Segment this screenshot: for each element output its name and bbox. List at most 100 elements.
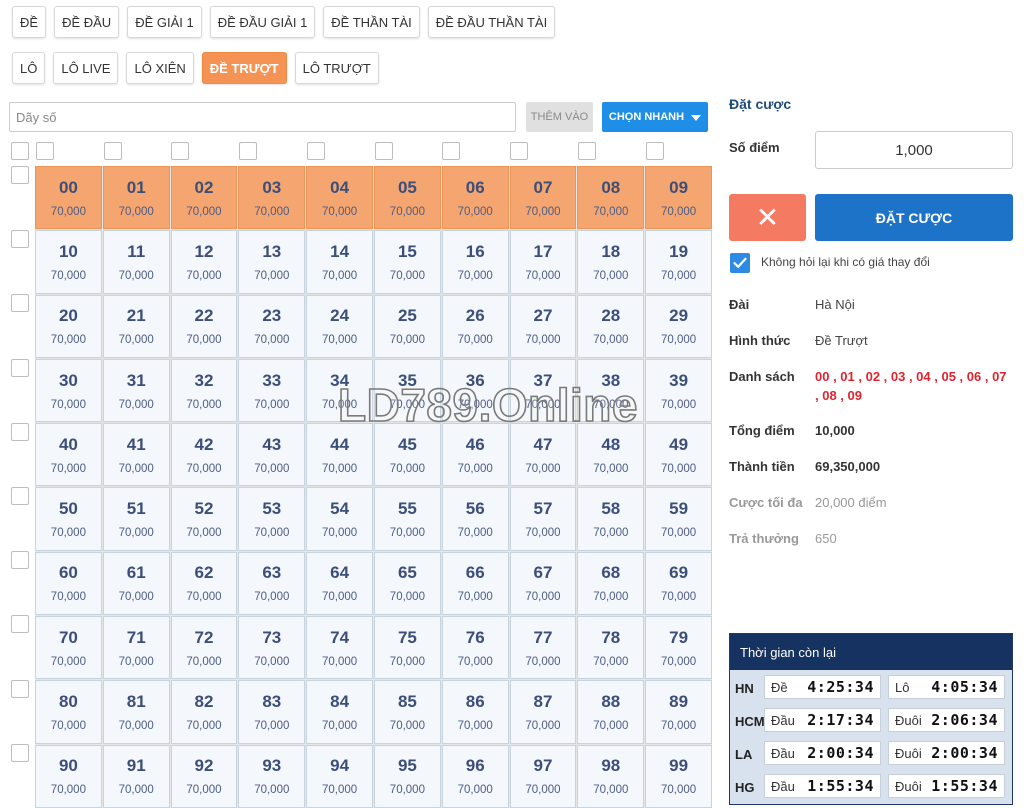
- number-cell-12[interactable]: 12 70,000: [170, 230, 238, 294]
- number-cell-49[interactable]: 49 70,000: [645, 423, 712, 487]
- column-checkbox[interactable]: [239, 142, 257, 160]
- number-cell-55[interactable]: 55 70,000: [374, 487, 441, 551]
- row-checkbox[interactable]: [11, 743, 29, 762]
- tab-de[interactable]: ĐỀ: [12, 6, 47, 38]
- number-cell-51[interactable]: 51 70,000: [102, 487, 170, 551]
- number-cell-23[interactable]: 23 70,000: [238, 294, 306, 358]
- number-cell-61[interactable]: 61 70,000: [102, 551, 170, 616]
- number-cell-75[interactable]: 75 70,000: [374, 616, 441, 680]
- number-cell-18[interactable]: 18 70,000: [577, 230, 645, 294]
- number-cell-10[interactable]: 10 70,000: [35, 230, 102, 294]
- number-cell-32[interactable]: 32 70,000: [170, 358, 238, 423]
- row-checkbox[interactable]: [11, 166, 29, 184]
- number-cell-30[interactable]: 30 70,000: [35, 358, 102, 423]
- number-cell-00[interactable]: 00 70,000: [35, 166, 102, 230]
- number-cell-46[interactable]: 46 70,000: [441, 423, 509, 487]
- number-cell-22[interactable]: 22 70,000: [170, 294, 238, 358]
- tab-de-truot[interactable]: ĐỀ TRƯỢT: [201, 52, 287, 84]
- number-cell-71[interactable]: 71 70,000: [102, 616, 170, 680]
- number-cell-48[interactable]: 48 70,000: [577, 423, 645, 487]
- column-checkbox[interactable]: [578, 142, 596, 160]
- column-checkbox[interactable]: [442, 142, 460, 160]
- place-bet-button[interactable]: ĐẶT CƯỢC: [815, 194, 1013, 241]
- number-cell-33[interactable]: 33 70,000: [238, 358, 306, 423]
- number-cell-16[interactable]: 16 70,000: [441, 230, 509, 294]
- quick-select-button[interactable]: CHỌN NHANH: [602, 102, 708, 132]
- number-cell-29[interactable]: 29 70,000: [645, 294, 712, 358]
- number-cell-96[interactable]: 96 70,000: [441, 744, 509, 808]
- number-cell-69[interactable]: 69 70,000: [645, 551, 712, 616]
- number-cell-86[interactable]: 86 70,000: [441, 680, 509, 744]
- number-cell-77[interactable]: 77 70,000: [509, 616, 577, 680]
- row-checkbox[interactable]: [11, 230, 29, 249]
- number-cell-36[interactable]: 36 70,000: [441, 358, 509, 423]
- number-cell-97[interactable]: 97 70,000: [509, 744, 577, 808]
- number-cell-81[interactable]: 81 70,000: [102, 680, 170, 744]
- number-cell-68[interactable]: 68 70,000: [577, 551, 645, 616]
- number-cell-59[interactable]: 59 70,000: [645, 487, 712, 551]
- number-cell-19[interactable]: 19 70,000: [645, 230, 712, 294]
- number-cell-26[interactable]: 26 70,000: [441, 294, 509, 358]
- tab-lo-xien[interactable]: LÔ XIÊN: [126, 52, 194, 84]
- number-cell-84[interactable]: 84 70,000: [306, 680, 373, 744]
- number-cell-58[interactable]: 58 70,000: [577, 487, 645, 551]
- add-button[interactable]: THÊM VÀO: [526, 102, 593, 132]
- number-cell-83[interactable]: 83 70,000: [238, 680, 306, 744]
- number-cell-99[interactable]: 99 70,000: [645, 744, 712, 808]
- number-cell-78[interactable]: 78 70,000: [577, 616, 645, 680]
- number-cell-14[interactable]: 14 70,000: [306, 230, 373, 294]
- number-cell-94[interactable]: 94 70,000: [306, 744, 373, 808]
- number-cell-42[interactable]: 42 70,000: [170, 423, 238, 487]
- number-cell-70[interactable]: 70 70,000: [35, 616, 102, 680]
- number-cell-04[interactable]: 04 70,000: [306, 166, 373, 230]
- number-cell-76[interactable]: 76 70,000: [441, 616, 509, 680]
- number-cell-15[interactable]: 15 70,000: [374, 230, 441, 294]
- tab-de-dau[interactable]: ĐỀ ĐẦU: [54, 6, 120, 38]
- tab-de-dau-giai-1[interactable]: ĐỀ ĐẦU GIẢI 1: [209, 6, 316, 38]
- row-checkbox[interactable]: [11, 551, 29, 570]
- number-cell-66[interactable]: 66 70,000: [441, 551, 509, 616]
- number-cell-67[interactable]: 67 70,000: [509, 551, 577, 616]
- column-checkbox[interactable]: [36, 142, 54, 160]
- number-cell-43[interactable]: 43 70,000: [238, 423, 306, 487]
- number-cell-31[interactable]: 31 70,000: [102, 358, 170, 423]
- number-cell-37[interactable]: 37 70,000: [509, 358, 577, 423]
- number-cell-50[interactable]: 50 70,000: [35, 487, 102, 551]
- number-cell-03[interactable]: 03 70,000: [238, 166, 306, 230]
- row-checkbox[interactable]: [11, 358, 29, 377]
- column-checkbox[interactable]: [375, 142, 393, 160]
- number-cell-09[interactable]: 09 70,000: [645, 166, 712, 230]
- number-cell-25[interactable]: 25 70,000: [374, 294, 441, 358]
- number-cell-24[interactable]: 24 70,000: [306, 294, 373, 358]
- number-cell-88[interactable]: 88 70,000: [577, 680, 645, 744]
- row-checkbox[interactable]: [11, 615, 29, 634]
- number-cell-05[interactable]: 05 70,000: [374, 166, 441, 230]
- number-cell-27[interactable]: 27 70,000: [509, 294, 577, 358]
- number-cell-65[interactable]: 65 70,000: [374, 551, 441, 616]
- number-cell-20[interactable]: 20 70,000: [35, 294, 102, 358]
- tab-lo[interactable]: LÔ: [12, 52, 46, 84]
- number-cell-73[interactable]: 73 70,000: [238, 616, 306, 680]
- number-cell-85[interactable]: 85 70,000: [374, 680, 441, 744]
- tab-de-giai-1[interactable]: ĐỀ GIẢI 1: [127, 6, 202, 38]
- row-checkbox[interactable]: [11, 422, 29, 441]
- number-cell-41[interactable]: 41 70,000: [102, 423, 170, 487]
- number-cell-80[interactable]: 80 70,000: [35, 680, 102, 744]
- number-cell-89[interactable]: 89 70,000: [645, 680, 712, 744]
- number-cell-92[interactable]: 92 70,000: [170, 744, 238, 808]
- number-cell-56[interactable]: 56 70,000: [441, 487, 509, 551]
- number-cell-35[interactable]: 35 70,000: [374, 358, 441, 423]
- number-cell-72[interactable]: 72 70,000: [170, 616, 238, 680]
- cancel-button[interactable]: ✕: [729, 194, 806, 241]
- number-cell-06[interactable]: 06 70,000: [441, 166, 509, 230]
- row-checkbox[interactable]: [11, 679, 29, 698]
- column-checkbox[interactable]: [510, 142, 528, 160]
- number-cell-17[interactable]: 17 70,000: [509, 230, 577, 294]
- number-cell-64[interactable]: 64 70,000: [306, 551, 373, 616]
- number-cell-47[interactable]: 47 70,000: [509, 423, 577, 487]
- tab-de-dau-than-tai[interactable]: ĐỀ ĐẦU THẦN TÀI: [427, 6, 556, 38]
- number-cell-40[interactable]: 40 70,000: [35, 423, 102, 487]
- number-cell-87[interactable]: 87 70,000: [509, 680, 577, 744]
- number-cell-38[interactable]: 38 70,000: [577, 358, 645, 423]
- number-cell-01[interactable]: 01 70,000: [102, 166, 170, 230]
